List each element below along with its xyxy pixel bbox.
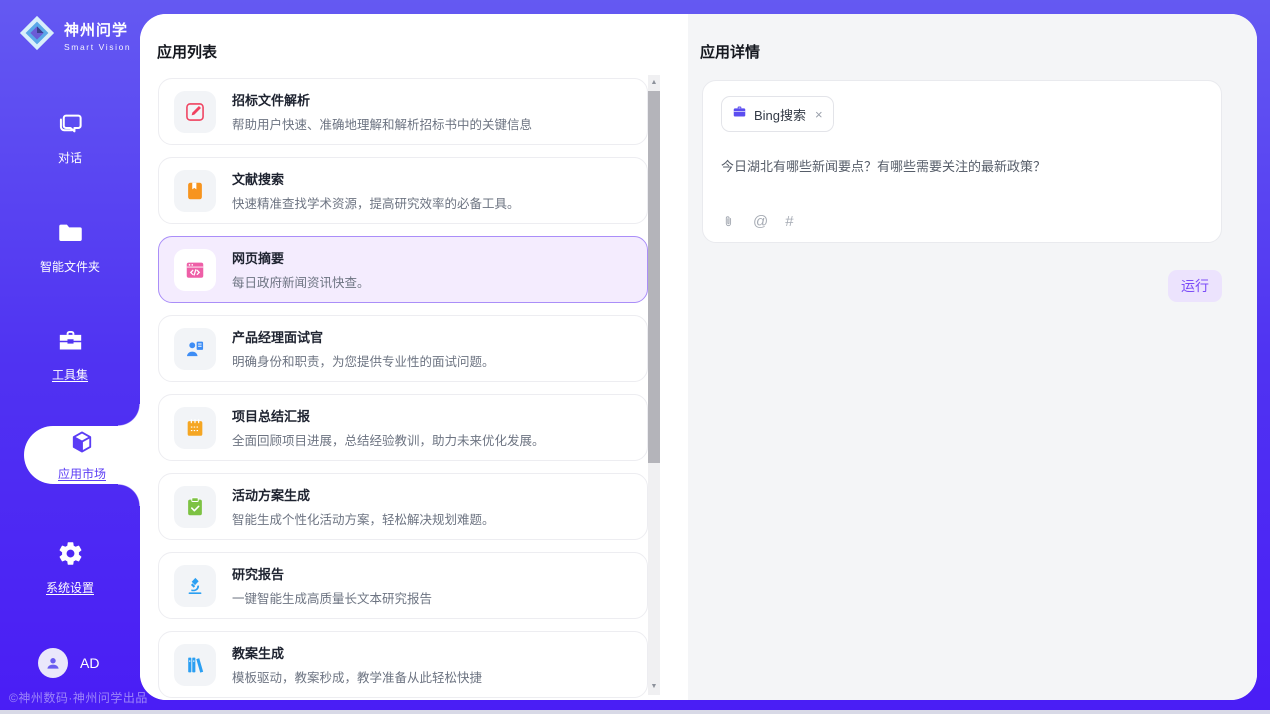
scrollbar-thumb[interactable] (648, 91, 660, 463)
bottom-edge-strip (0, 710, 1270, 714)
app-item-name: 项目总结汇报 (232, 406, 545, 425)
app-item-text: 网页摘要每日政府新闻资讯快查。 (232, 248, 370, 291)
sidebar-item-label: 智能文件夹 (40, 258, 100, 275)
app-item-description: 明确身份和职责，为您提供专业性的面试问题。 (232, 351, 495, 370)
app-item-description: 每日政府新闻资讯快查。 (232, 272, 370, 291)
app-list-item-7[interactable]: 研究报告一键智能生成高质量长文本研究报告 (158, 552, 648, 619)
app-item-name: 教案生成 (232, 643, 482, 662)
sidebar-item-label: 对话 (58, 149, 82, 166)
chat-icon (57, 110, 84, 142)
pen-square-icon (174, 91, 216, 133)
prompt-card: Bing搜索 × 今日湖北有哪些新闻要点？有哪些需要关注的最新政策？ @# (702, 80, 1222, 243)
app-detail-title: 应用详情 (700, 41, 760, 62)
app-list-panel: 应用列表 招标文件解析帮助用户快速、准确地理解和解析招标书中的关键信息文献搜索快… (140, 14, 688, 700)
app-item-text: 教案生成模板驱动，教案秒成，教学准备从此轻松快捷 (232, 643, 482, 686)
brand-name: 神州问学 (64, 19, 131, 40)
app-item-name: 网页摘要 (232, 248, 370, 267)
app-item-description: 全面回顾项目进展，总结经验教训，助力未来优化发展。 (232, 430, 545, 449)
app-list-item-8[interactable]: 教案生成模板驱动，教案秒成，教学准备从此轻松快捷 (158, 631, 648, 698)
app-item-text: 产品经理面试官明确身份和职责，为您提供专业性的面试问题。 (232, 327, 495, 370)
copyright-footer: ©神州数码·神州问学出品 (9, 689, 148, 706)
avatar (38, 648, 68, 678)
sidebar-item-market[interactable]: 应用市场 (24, 426, 140, 484)
diamond-logo-icon (18, 14, 56, 57)
sidebar-item-settings[interactable]: 系统设置 (0, 540, 140, 596)
sidebar-item-folders[interactable]: 智能文件夹 (0, 219, 140, 275)
app-item-text: 项目总结汇报全面回顾项目进展，总结经验教训，助力未来优化发展。 (232, 406, 545, 449)
sidebar-item-label: 工具集 (52, 366, 88, 383)
hash-icon[interactable]: # (785, 214, 793, 229)
app-item-text: 活动方案生成智能生成个性化活动方案，轻松解决规划难题。 (232, 485, 495, 528)
scroll-up-icon[interactable]: ▲ (648, 76, 660, 90)
briefcase-icon (732, 104, 747, 124)
scrollbar[interactable]: ▲ ▼ (648, 75, 660, 695)
brand-subtitle: Smart Vision (64, 42, 131, 52)
sidebar: 神州问学 Smart Vision 对话智能文件夹工具集应用市场系统设置 AD … (0, 0, 140, 714)
app-item-description: 快速精准查找学术资源，提高研究效率的必备工具。 (232, 193, 520, 212)
prompt-toolbar: @# (721, 214, 794, 229)
sidebar-item-label: 应用市场 (58, 465, 106, 482)
app-item-name: 招标文件解析 (232, 90, 532, 109)
at-icon[interactable]: @ (753, 214, 768, 229)
user-row[interactable]: AD (38, 648, 99, 678)
app-list-item-3[interactable]: 网页摘要每日政府新闻资讯快查。 (158, 236, 648, 303)
microscope-icon (174, 565, 216, 607)
app-item-name: 文献搜索 (232, 169, 520, 188)
gear-icon (57, 540, 84, 572)
book-icon (174, 170, 216, 212)
active-tab-curve (118, 484, 140, 506)
folder-icon (57, 219, 84, 251)
app-detail-panel: 应用详情 Bing搜索 × 今日湖北有哪些新闻要点？有哪些需要关注的最新政策？ … (688, 14, 1257, 700)
sidebar-item-chat[interactable]: 对话 (0, 110, 140, 166)
clipboard-check-icon (174, 486, 216, 528)
app-list-item-4[interactable]: 产品经理面试官明确身份和职责，为您提供专业性的面试问题。 (158, 315, 648, 382)
toolbox-icon (57, 327, 84, 359)
app-item-description: 模板驱动，教案秒成，教学准备从此轻松快捷 (232, 667, 482, 686)
app-list-item-5[interactable]: 项目总结汇报全面回顾项目进展，总结经验教训，助力未来优化发展。 (158, 394, 648, 461)
app-item-name: 活动方案生成 (232, 485, 495, 504)
app-logo: 神州问学 Smart Vision (18, 14, 131, 57)
tool-tag-label: Bing搜索 (754, 105, 806, 124)
app-item-text: 研究报告一键智能生成高质量长文本研究报告 (232, 564, 432, 607)
books-icon (174, 644, 216, 686)
app-list: 招标文件解析帮助用户快速、准确地理解和解析招标书中的关键信息文献搜索快速精准查找… (158, 78, 648, 700)
tool-tag-bing[interactable]: Bing搜索 × (721, 96, 834, 132)
interviewer-icon (174, 328, 216, 370)
sidebar-item-label: 系统设置 (46, 579, 94, 596)
app-list-title: 应用列表 (157, 41, 217, 62)
cube-icon (69, 429, 95, 460)
paperclip-icon[interactable] (721, 214, 736, 229)
tag-close-icon[interactable]: × (815, 107, 823, 122)
run-button[interactable]: 运行 (1168, 270, 1222, 302)
prompt-text[interactable]: 今日湖北有哪些新闻要点？有哪些需要关注的最新政策？ (721, 156, 1203, 175)
report-note-icon (174, 407, 216, 449)
app-item-text: 文献搜索快速精准查找学术资源，提高研究效率的必备工具。 (232, 169, 520, 212)
sidebar-item-tools[interactable]: 工具集 (0, 327, 140, 383)
app-item-description: 一键智能生成高质量长文本研究报告 (232, 588, 432, 607)
app-item-description: 帮助用户快速、准确地理解和解析招标书中的关键信息 (232, 114, 532, 133)
app-item-name: 产品经理面试官 (232, 327, 495, 346)
app-list-item-6[interactable]: 活动方案生成智能生成个性化活动方案，轻松解决规划难题。 (158, 473, 648, 540)
app-list-item-2[interactable]: 文献搜索快速精准查找学术资源，提高研究效率的必备工具。 (158, 157, 648, 224)
user-name: AD (80, 655, 99, 671)
content-card: 应用列表 招标文件解析帮助用户快速、准确地理解和解析招标书中的关键信息文献搜索快… (140, 14, 1257, 700)
app-list-item-1[interactable]: 招标文件解析帮助用户快速、准确地理解和解析招标书中的关键信息 (158, 78, 648, 145)
app-item-description: 智能生成个性化活动方案，轻松解决规划难题。 (232, 509, 495, 528)
scroll-down-icon[interactable]: ▼ (648, 680, 660, 694)
browser-code-icon (174, 249, 216, 291)
app-item-name: 研究报告 (232, 564, 432, 583)
app-item-text: 招标文件解析帮助用户快速、准确地理解和解析招标书中的关键信息 (232, 90, 532, 133)
active-tab-curve (118, 404, 140, 426)
